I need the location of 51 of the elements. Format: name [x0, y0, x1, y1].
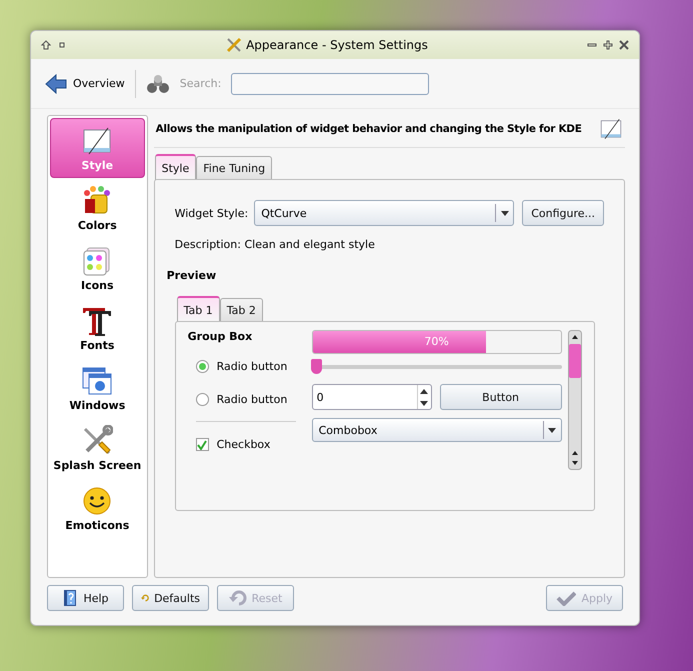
sidebar-item[interactable]: Fonts	[50, 298, 145, 358]
slider[interactable]	[312, 358, 562, 376]
question-book-icon	[62, 589, 78, 607]
tab[interactable]: Tab 1	[176, 296, 220, 322]
smiley-icon	[81, 484, 114, 516]
overview-button[interactable]: Overview	[45, 74, 125, 94]
widget-style-label: Widget Style:	[174, 206, 248, 220]
down-icon	[420, 400, 428, 406]
checkbox[interactable]	[196, 438, 209, 451]
window-title: Appearance - System Settings	[246, 38, 428, 52]
group-box-title: Group Box	[188, 330, 252, 343]
widget-style-dropdown[interactable]: QtCurve	[254, 200, 514, 226]
progress-reading: 70%	[423, 335, 450, 348]
combobox[interactable]: Combobox	[312, 418, 562, 442]
sidebar-item[interactable]: Colors	[50, 178, 145, 238]
window-pen-icon	[599, 117, 623, 141]
style-description: Description: Clean and elegant style	[174, 238, 375, 251]
radio-indicator[interactable]	[196, 360, 209, 373]
radio-button[interactable]: Radio button	[188, 383, 296, 416]
dropdown-arrow-icon	[500, 210, 510, 216]
sidebar-item[interactable]: Icons	[50, 238, 145, 298]
checkmark-icon	[556, 590, 576, 606]
tab[interactable]: Fine Tuning	[196, 156, 272, 180]
search-field[interactable]	[231, 72, 430, 94]
binoculars-icon	[146, 74, 170, 94]
close-icon	[619, 40, 629, 50]
spin-box[interactable]: 0	[312, 384, 432, 410]
windows-icon	[81, 364, 114, 396]
defaults-button[interactable]: Defaults	[132, 585, 209, 611]
help-button[interactable]: Help	[47, 585, 124, 611]
checkbox-label: Checkbox	[216, 438, 270, 451]
up-arrow-icon	[41, 40, 51, 50]
up-icon	[420, 388, 428, 394]
slider-handle[interactable]	[310, 359, 322, 374]
sidebar-item[interactable]: Emoticons	[50, 478, 145, 538]
sidebar-item[interactable]: Splash Screen	[50, 418, 145, 478]
radio-button[interactable]: Radio button	[188, 350, 296, 383]
back-arrow-icon	[45, 74, 67, 94]
tab[interactable]: Tab 2	[220, 298, 263, 322]
search-label: Search:	[180, 77, 222, 90]
undo-arrow-icon	[228, 590, 247, 606]
page-description: Allows the manipulation of widget behavior and changing the Style for KDE	[156, 123, 582, 135]
configure-button[interactable]: Configure...	[522, 200, 604, 226]
tab[interactable]: Style	[154, 154, 196, 180]
dropdown-arrow-icon	[547, 426, 558, 434]
maximize-icon	[603, 40, 613, 50]
preview-heading: Preview	[166, 269, 216, 282]
checkmark-icon	[197, 440, 208, 450]
preview-button[interactable]: Button	[440, 384, 562, 410]
radio-indicator[interactable]	[196, 393, 209, 406]
sidebar-item[interactable]: Windows	[50, 358, 145, 418]
